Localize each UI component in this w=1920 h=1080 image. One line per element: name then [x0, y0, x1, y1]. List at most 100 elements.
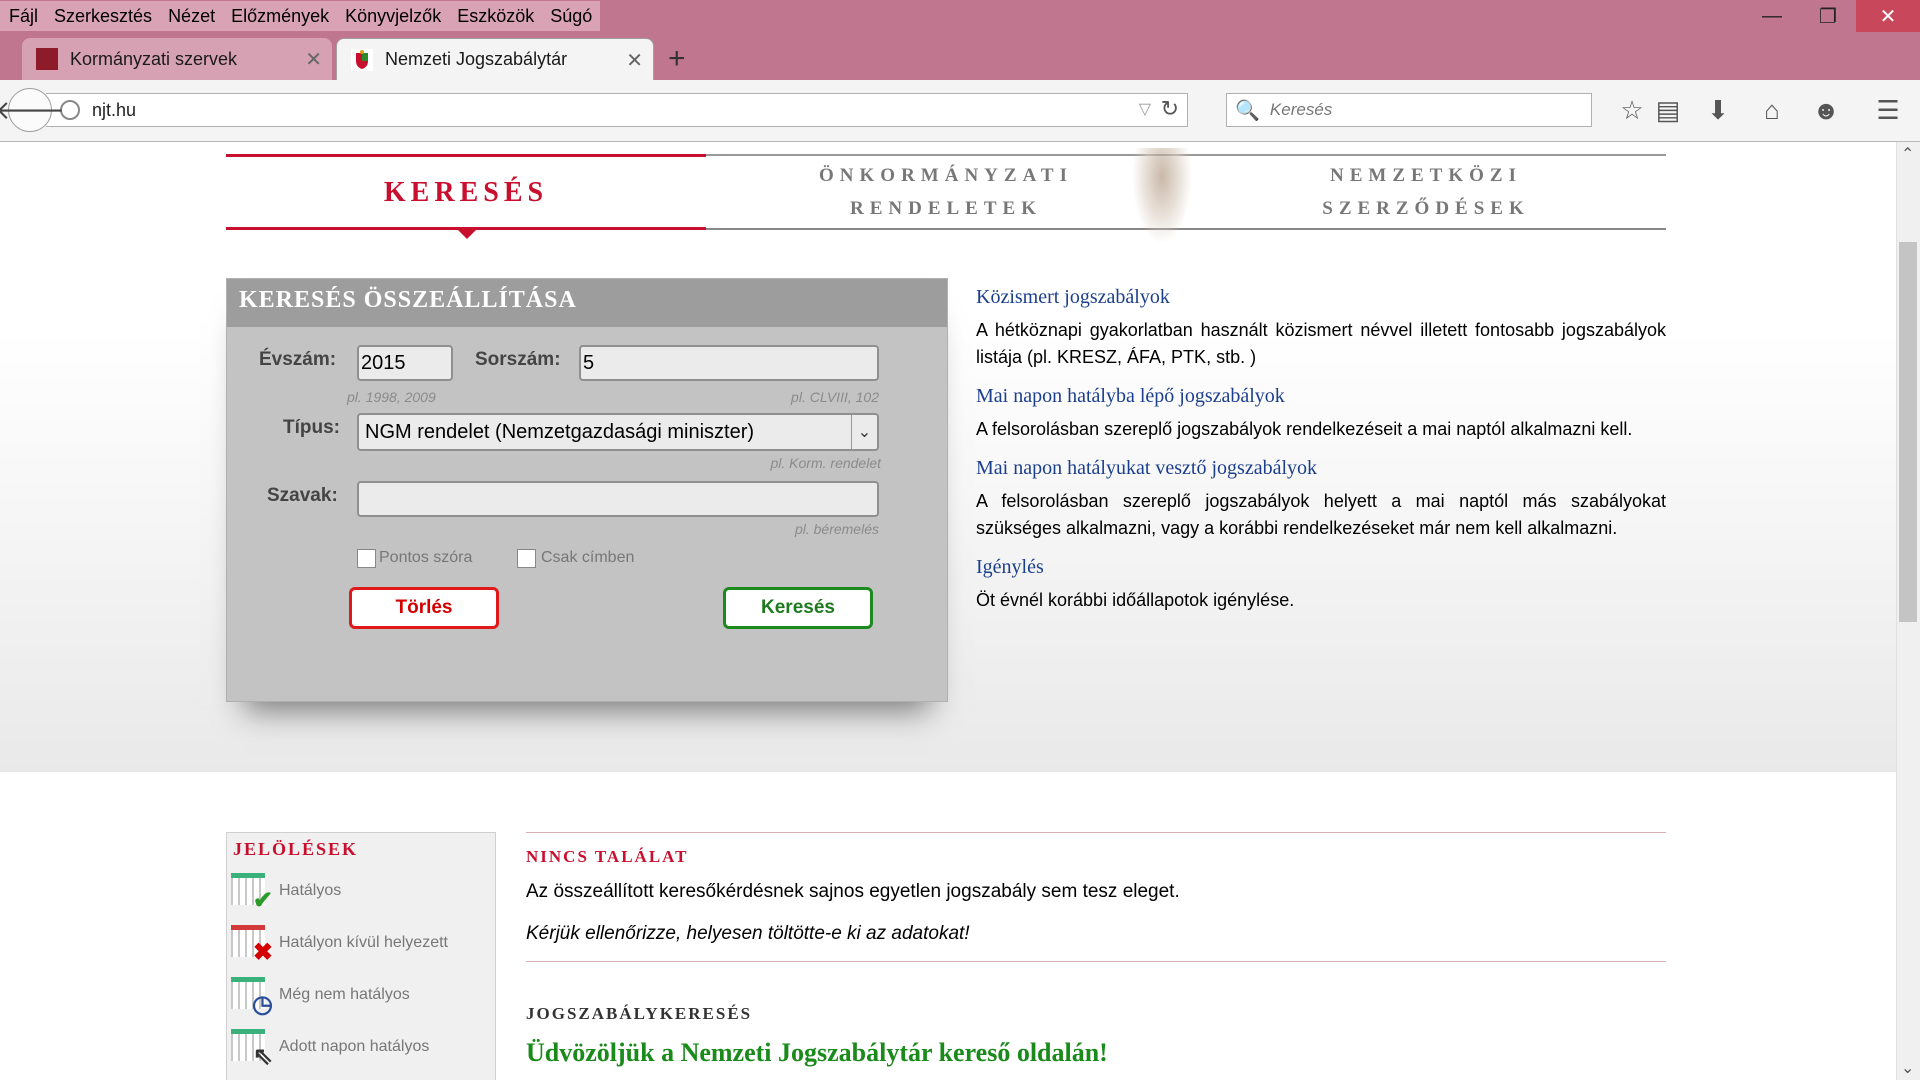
evszam-input[interactable]: 2015: [357, 345, 453, 381]
hamburger-menu-icon[interactable]: ☰: [1872, 94, 1904, 126]
legend-label: Hatályon kívül helyezett: [279, 934, 448, 951]
tipus-hint: pl. Korm. rendelet: [770, 455, 882, 471]
close-window-button[interactable]: ✕: [1856, 0, 1920, 32]
szavak-hint: pl. béremelés: [794, 521, 879, 537]
link-igenyles[interactable]: Igénylés: [976, 556, 1666, 579]
tipus-label: Típus:: [283, 417, 340, 438]
menu-edit[interactable]: Szerkesztés: [46, 1, 161, 31]
restore-button[interactable]: ❐: [1800, 0, 1856, 32]
scroll-thumb[interactable]: [1899, 242, 1917, 622]
calendar-cross-icon: ✖: [231, 923, 273, 966]
csak-cimben-label: Csak címben: [541, 549, 635, 566]
divider: [526, 961, 1666, 962]
active-tab-pointer: [455, 227, 479, 239]
page-content: KERESÉS ÖNKORMÁNYZATI RENDELETEK NEMZETK…: [0, 142, 1896, 1080]
legend-item-meg-nem-hatalyos: ◷ Még nem hatályos: [231, 975, 410, 1018]
reload-icon[interactable]: ↻: [1161, 96, 1179, 122]
browser-search-input[interactable]: 🔍 Keresés: [1226, 93, 1592, 127]
results-area: NINCS TALÁLAT Az összeállított keresőkér…: [526, 832, 1666, 1068]
torles-button[interactable]: Törlés: [349, 587, 499, 629]
legend-title: JELÖLÉSEK: [233, 839, 359, 859]
calendar-cursor-icon: ⇖: [231, 1027, 273, 1070]
menu-bar: Fájl Szerkesztés Nézet Előzmények Könyvj…: [0, 0, 601, 32]
welcome-heading: Üdvözöljük a Nemzeti Jogszabálytár keres…: [526, 1038, 1108, 1067]
legend-item-adott-napon: ⇖ Adott napon hatályos: [231, 1027, 430, 1070]
legend-label: Hatályos: [279, 882, 342, 899]
no-result-text: Az összeállított keresőkérdésnek sajnos …: [526, 881, 1180, 902]
menu-history[interactable]: Előzmények: [223, 1, 338, 31]
browser-chrome: Fájl Szerkesztés Nézet Előzmények Könyvj…: [0, 0, 1920, 142]
panel-title: KERESÉS ÖSSZEÁLLÍTÁSA: [227, 279, 947, 327]
tab-strip: Kormányzati szervek ✕ Nemzeti Jogszabály…: [0, 38, 1920, 80]
bookmark-star-icon[interactable]: ☆: [1616, 94, 1648, 126]
csak-cimben-checkbox[interactable]: [517, 549, 536, 568]
calendar-clock-icon: ◷: [231, 975, 273, 1018]
szavak-input[interactable]: [357, 481, 879, 517]
nav-tab-label: SZERZŐDÉSEK: [1322, 198, 1530, 219]
url-dropdown-icon[interactable]: ▽: [1139, 99, 1151, 119]
legend-label: Még nem hatályos: [279, 986, 410, 1003]
link-kozismert-jogszabalyok[interactable]: Közismert jogszabályok: [976, 286, 1666, 309]
menu-help[interactable]: Súgó: [542, 1, 601, 31]
tab-kormanyzati-szervek[interactable]: Kormányzati szervek ✕: [22, 38, 332, 80]
chevron-down-icon[interactable]: ⌄: [851, 415, 877, 449]
chat-icon[interactable]: ☻: [1810, 94, 1842, 126]
nav-tab-kereses[interactable]: KERESÉS: [226, 154, 706, 230]
info-text: A felsorolásban szereplő jogszabályok he…: [976, 491, 1666, 538]
info-column: Közismert jogszabályok A hétköznapi gyak…: [976, 286, 1666, 628]
nav-tab-label: KERESÉS: [383, 176, 549, 208]
home-icon[interactable]: ⌂: [1756, 94, 1788, 126]
url-bar[interactable]: njt.hu ▽ ↻: [46, 93, 1188, 127]
evszam-hint: pl. 1998, 2009: [347, 389, 436, 405]
new-tab-button[interactable]: +: [668, 42, 686, 76]
tab-close-icon[interactable]: ✕: [305, 47, 322, 72]
coat-of-arms-favicon-icon: [351, 48, 373, 71]
tab-title: Kormányzati szervek: [70, 48, 238, 69]
calendar-check-icon: ✔: [231, 871, 273, 914]
tab-close-icon[interactable]: ✕: [626, 48, 643, 73]
no-result-hint: Kérjük ellenőrizze, helyesen töltötte-e …: [526, 923, 970, 944]
menu-view[interactable]: Nézet: [160, 1, 224, 31]
url-text[interactable]: njt.hu: [92, 100, 136, 121]
pontos-szora-label: Pontos szóra: [379, 549, 473, 566]
red-square-favicon-icon: [36, 48, 58, 70]
section-title: JOGSZABÁLYKERESÉS: [526, 1004, 753, 1023]
tab-nemzeti-jogszabalytar[interactable]: Nemzeti Jogszabálytár ✕: [336, 38, 654, 80]
download-icon[interactable]: ⬇: [1702, 94, 1734, 126]
sorszam-input[interactable]: 5: [579, 345, 879, 381]
nav-tab-label: ÖNKORMÁNYZATI: [819, 165, 1073, 186]
sorszam-label: Sorszám:: [475, 349, 561, 370]
nav-tab-nemzetkozi-szerzodesek[interactable]: NEMZETKÖZI SZERZŐDÉSEK: [1186, 154, 1666, 230]
legend-box: JELÖLÉSEK ✔ Hatályos ✖ Hatályon kívül he…: [226, 832, 496, 1080]
divider: [526, 832, 1666, 833]
link-hatalyba-lepo[interactable]: Mai napon hatályba lépő jogszabályok: [976, 385, 1666, 408]
tipus-select[interactable]: NGM rendelet (Nemzetgazdasági miniszter)…: [357, 413, 879, 451]
tipus-selected-value: NGM rendelet (Nemzetgazdasági miniszter): [365, 421, 755, 443]
navigation-bar: njt.hu ▽ ↻ 🡐 🔍 Keresés ☆ ▤ ⬇ ⌂ ☻ ☰: [0, 80, 1920, 142]
kereses-button[interactable]: Keresés: [723, 587, 873, 629]
nav-tab-label: NEMZETKÖZI: [1330, 165, 1522, 186]
site-navigation: KERESÉS ÖNKORMÁNYZATI RENDELETEK NEMZETK…: [226, 148, 1666, 244]
back-button[interactable]: 🡐: [0, 88, 65, 132]
legend-item-hatalyos: ✔ Hatályos: [231, 871, 342, 914]
legend-label: Adott napon hatályos: [279, 1038, 430, 1055]
evszam-label: Évszám:: [259, 349, 337, 370]
search-form-panel: KERESÉS ÖSSZEÁLLÍTÁSA Évszám: 2015 pl. 1…: [226, 278, 948, 702]
no-result-title: NINCS TALÁLAT: [526, 847, 689, 866]
menu-bookmarks[interactable]: Könyvjelzők: [337, 1, 450, 31]
info-text: Öt évnél korábbi időállapotok igénylése.: [976, 590, 1295, 610]
tab-title: Nemzeti Jogszabálytár: [385, 49, 568, 69]
vertical-scrollbar[interactable]: ⌃ ⌄: [1896, 142, 1920, 1080]
menu-file[interactable]: Fájl: [0, 1, 47, 31]
menu-tools[interactable]: Eszközök: [449, 1, 543, 31]
scroll-up-icon[interactable]: ⌃: [1901, 144, 1914, 164]
link-hatalyukat-veszto[interactable]: Mai napon hatályukat vesztő jogszabályok: [976, 457, 1666, 480]
pontos-szora-checkbox[interactable]: [357, 549, 376, 568]
search-placeholder: Keresés: [1269, 100, 1333, 119]
legend-item-hatalyon-kivul: ✖ Hatályon kívül helyezett: [231, 923, 448, 966]
scroll-down-icon[interactable]: ⌄: [1901, 1058, 1914, 1078]
reading-list-icon[interactable]: ▤: [1652, 94, 1684, 126]
nav-tab-onkormanyzati-rendeletek[interactable]: ÖNKORMÁNYZATI RENDELETEK: [706, 154, 1186, 230]
minimize-button[interactable]: —: [1744, 0, 1800, 32]
info-text: A hétköznapi gyakorlatban használt közis…: [976, 320, 1666, 367]
